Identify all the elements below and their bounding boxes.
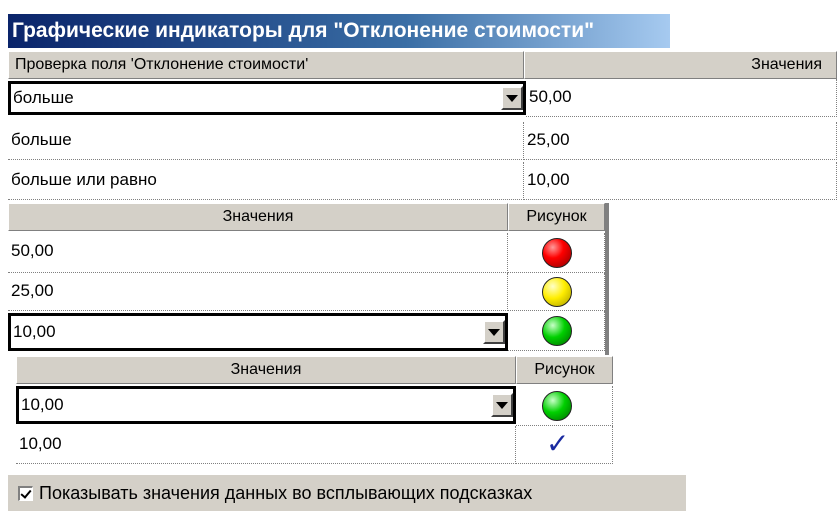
green-ball-icon (542, 391, 572, 421)
operator-cell[interactable]: больше (8, 122, 524, 160)
indicator-value-combobox[interactable]: 10,00 (8, 313, 508, 351)
window-title-bar: Графические индикаторы для "Отклонение с… (8, 14, 670, 48)
panel-splitter[interactable] (605, 203, 609, 355)
indicator-image-cell[interactable] (516, 386, 613, 426)
dropdown-arrow-icon[interactable] (501, 86, 523, 110)
threshold-value-cell[interactable]: 25,00 (524, 122, 837, 160)
indicator-value: 10,00 (13, 322, 56, 341)
threshold-value-cell[interactable]: 10,00 (524, 162, 837, 200)
checkmark-icon: ✓ (546, 428, 570, 459)
red-ball-icon (542, 238, 572, 268)
column-header-image[interactable]: Рисунок (516, 356, 613, 384)
column-header-label: Рисунок (526, 208, 587, 225)
window-title: Графические индикаторы для "Отклонение с… (12, 19, 595, 42)
column-header-label: Значения (222, 208, 294, 225)
show-tooltips-checkbox[interactable] (18, 485, 33, 501)
column-header-values[interactable]: Значения (524, 51, 837, 79)
dropdown-arrow-icon[interactable] (491, 393, 513, 417)
indicator-image-cell[interactable] (508, 233, 605, 273)
indicator-image-cell[interactable]: ✓ (516, 426, 613, 464)
indicator-value-cell[interactable]: 25,00 (8, 273, 508, 311)
column-header-label: Значения (751, 56, 822, 73)
operator-value: больше (13, 88, 74, 107)
indicator-value: 50,00 (11, 241, 54, 260)
dropdown-arrow-icon[interactable] (483, 320, 505, 344)
operator-value: больше (11, 130, 72, 149)
show-tooltips-label[interactable]: Показывать значения данных во всплывающи… (39, 483, 532, 504)
indicator-image-cell[interactable] (508, 273, 605, 311)
indicator-value: 10,00 (19, 434, 62, 453)
operator-cell[interactable]: больше или равно (8, 162, 524, 200)
column-header-label: Значения (230, 361, 302, 378)
column-header-field-check[interactable]: Проверка поля 'Отклонение стоимости' (8, 51, 524, 79)
column-header-label: Проверка поля 'Отклонение стоимости' (15, 56, 309, 73)
indicator-value-cell[interactable]: 50,00 (8, 233, 508, 273)
column-header-image[interactable]: Рисунок (508, 203, 605, 231)
column-header-label: Рисунок (534, 361, 595, 378)
threshold-value: 50,00 (529, 87, 572, 106)
threshold-value-cell[interactable]: 50,00 (526, 79, 837, 117)
indicator-value-cell[interactable]: 10,00 (16, 426, 516, 464)
indicator-value-combobox[interactable]: 10,00 (16, 386, 516, 424)
threshold-value: 10,00 (527, 170, 570, 189)
indicator-image-cell[interactable] (508, 311, 605, 351)
operator-value: больше или равно (11, 170, 157, 189)
column-header-values[interactable]: Значения (8, 203, 508, 231)
yellow-ball-icon (542, 277, 572, 307)
column-header-values[interactable]: Значения (16, 356, 516, 384)
footer-bar: Показывать значения данных во всплывающи… (8, 475, 686, 511)
indicator-value: 25,00 (11, 281, 54, 300)
indicator-value: 10,00 (21, 395, 64, 414)
threshold-value: 25,00 (527, 130, 570, 149)
green-ball-icon (542, 316, 572, 346)
operator-combobox[interactable]: больше (8, 81, 526, 115)
